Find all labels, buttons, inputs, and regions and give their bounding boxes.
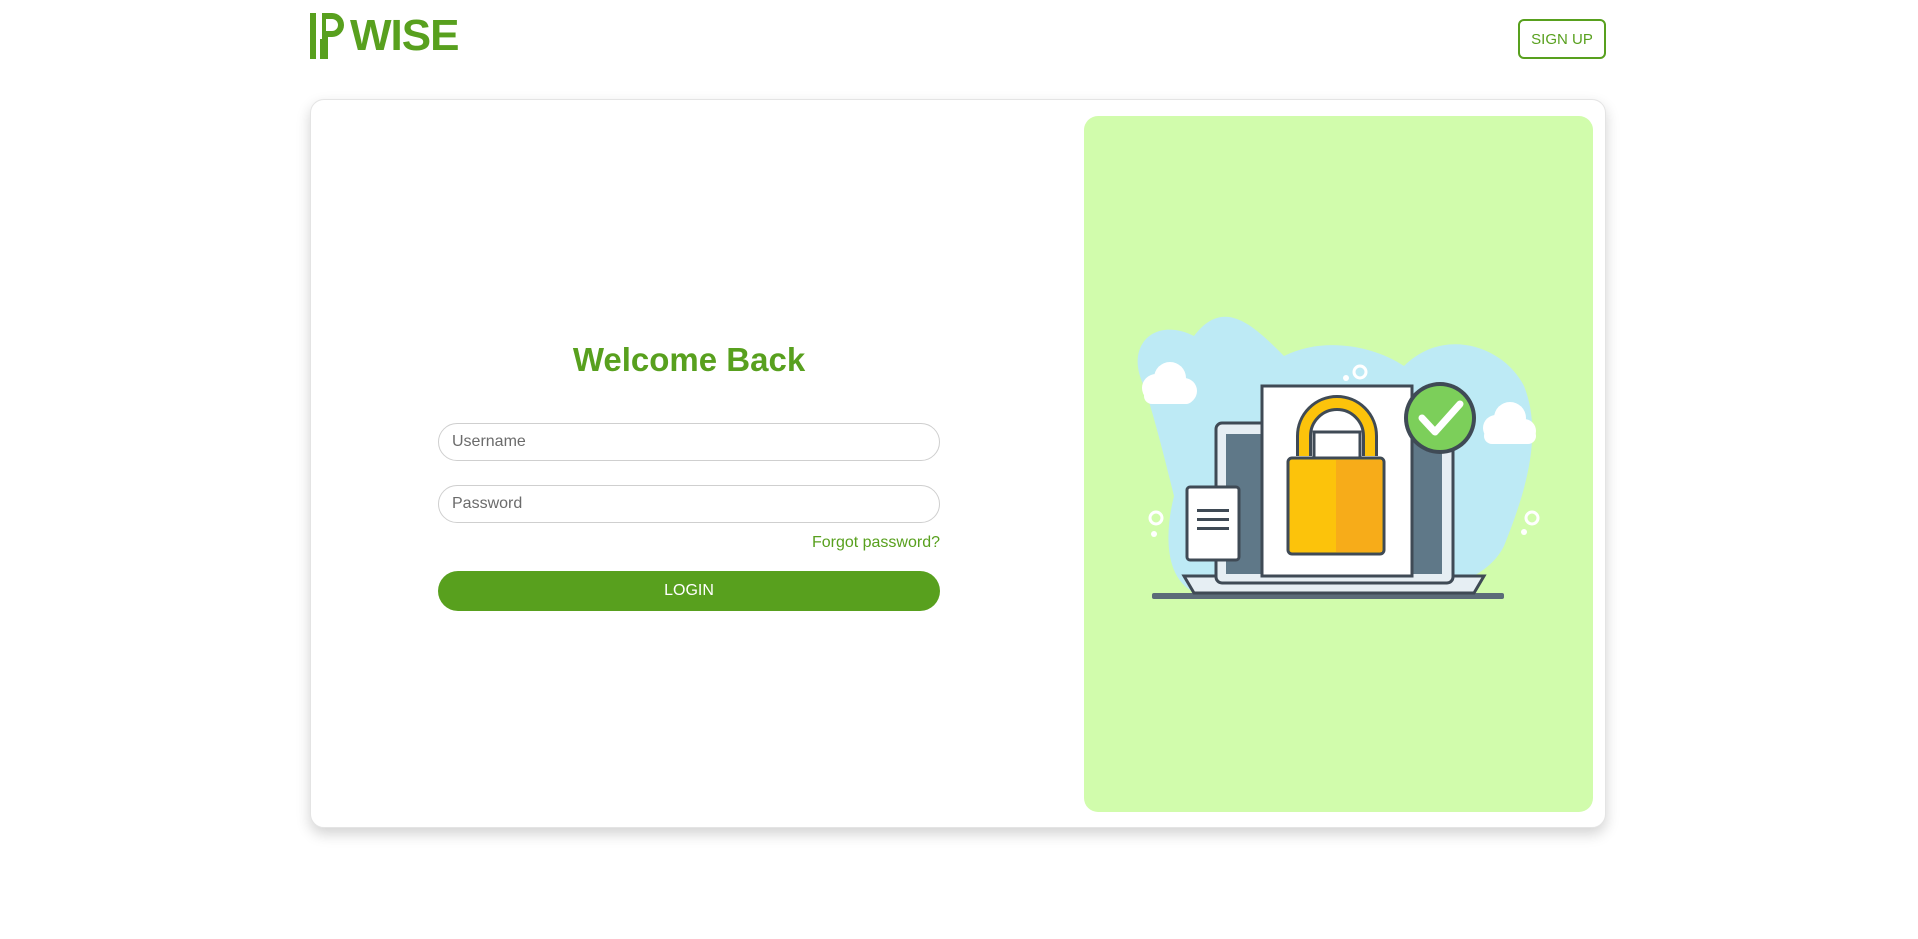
logo-text: WISE: [350, 11, 459, 60]
top-bar: WISE SIGN UP: [0, 0, 1918, 80]
login-button[interactable]: LOGIN: [438, 571, 940, 611]
username-input[interactable]: [438, 423, 940, 461]
secure-laptop-lock-illustration: [1137, 316, 1540, 599]
signup-button[interactable]: SIGN UP: [1518, 19, 1606, 59]
login-form: Welcome Back Forgot password? LOGIN: [438, 335, 940, 611]
page-title: Welcome Back: [572, 341, 806, 378]
illustration-panel: [1084, 116, 1593, 812]
login-card: Welcome Back Forgot password? LOGIN: [310, 99, 1606, 828]
bars-logo-icon: [310, 13, 344, 59]
forgot-password-link[interactable]: Forgot password?: [438, 533, 940, 553]
brand-logo[interactable]: WISE: [310, 11, 459, 60]
password-input[interactable]: [438, 485, 940, 523]
